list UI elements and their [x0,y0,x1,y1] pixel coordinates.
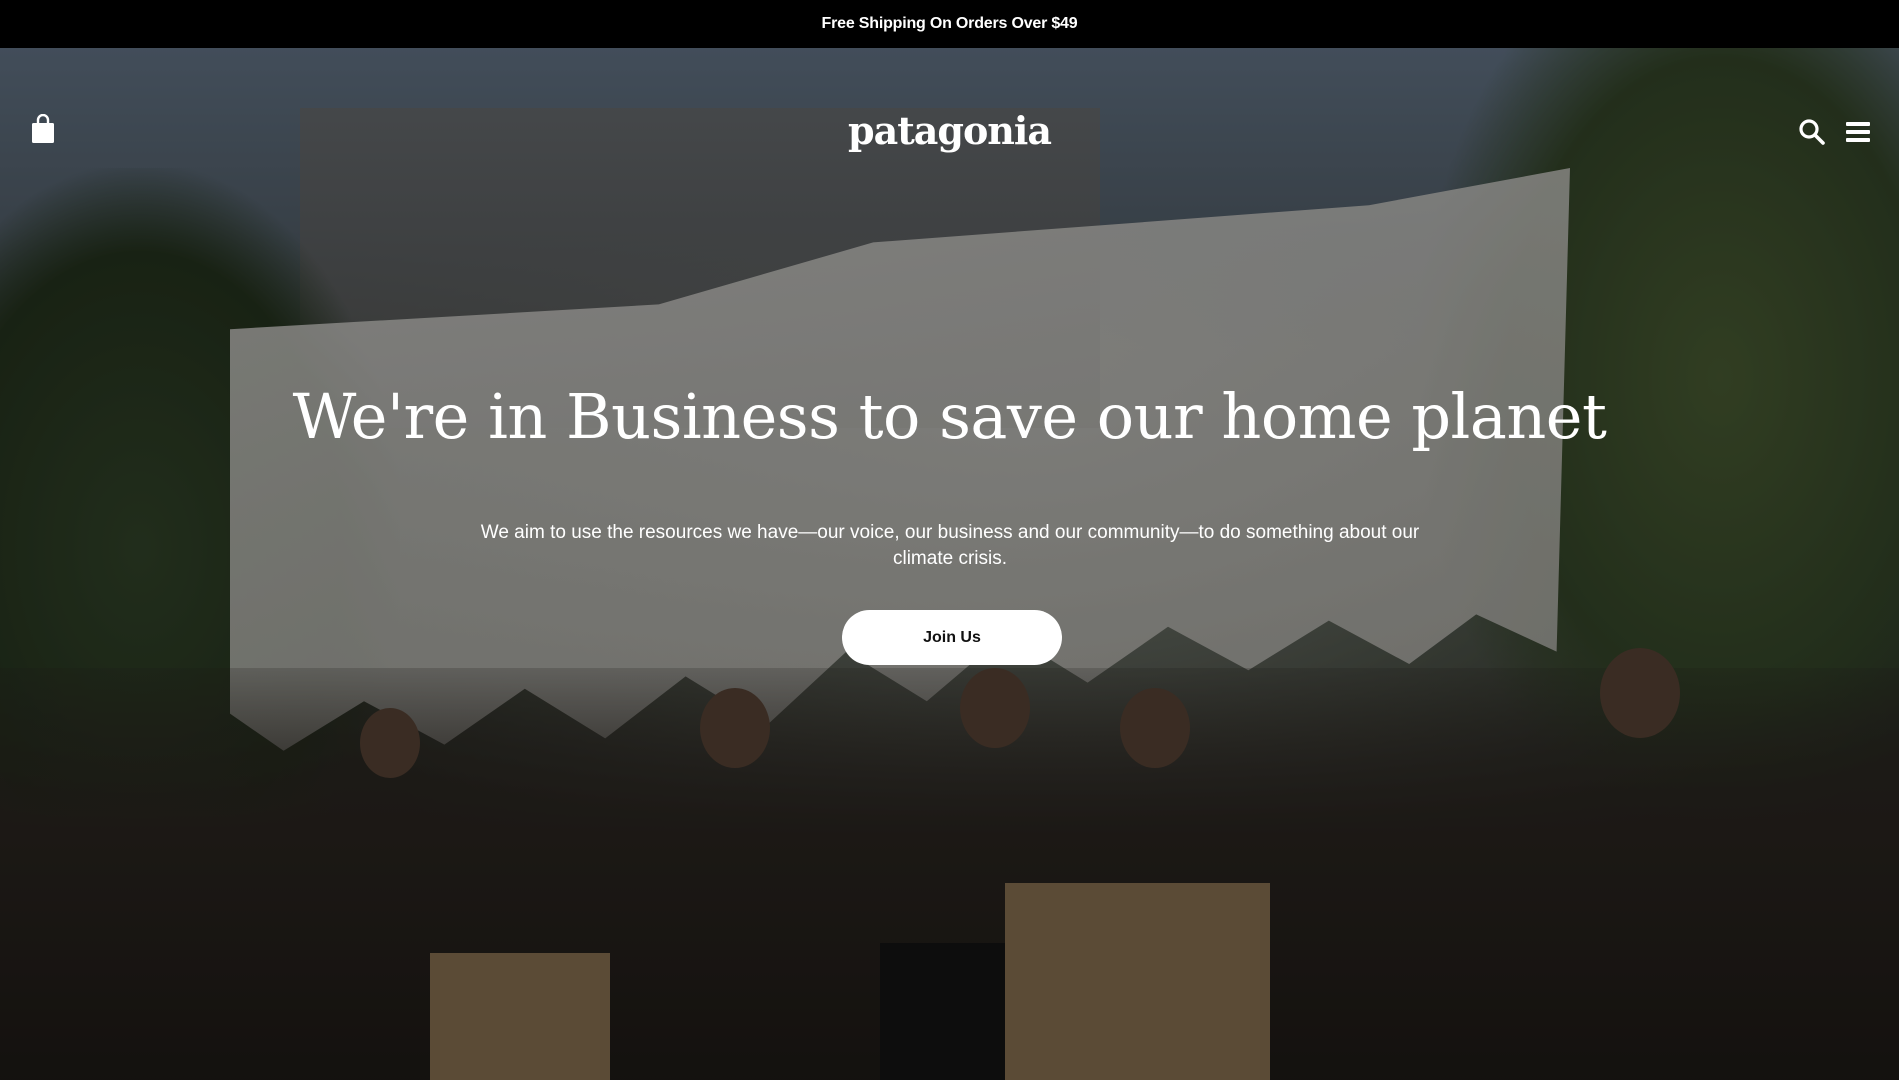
site-header: patagonia [0,48,1899,168]
hero-subtitle: We aim to use the resources we have—our … [480,522,1420,569]
promo-bar: Free Shipping On Orders Over $49 [0,0,1899,48]
hamburger-menu-icon[interactable] [1846,122,1870,142]
join-us-button[interactable]: Join Us [842,610,1062,665]
hero-title: We're in Business to save our home plane… [292,380,1607,453]
patagonia-logo[interactable]: patagonia [0,108,1899,153]
promo-text: Free Shipping On Orders Over $49 [821,15,1078,32]
search-icon[interactable] [1798,118,1826,146]
